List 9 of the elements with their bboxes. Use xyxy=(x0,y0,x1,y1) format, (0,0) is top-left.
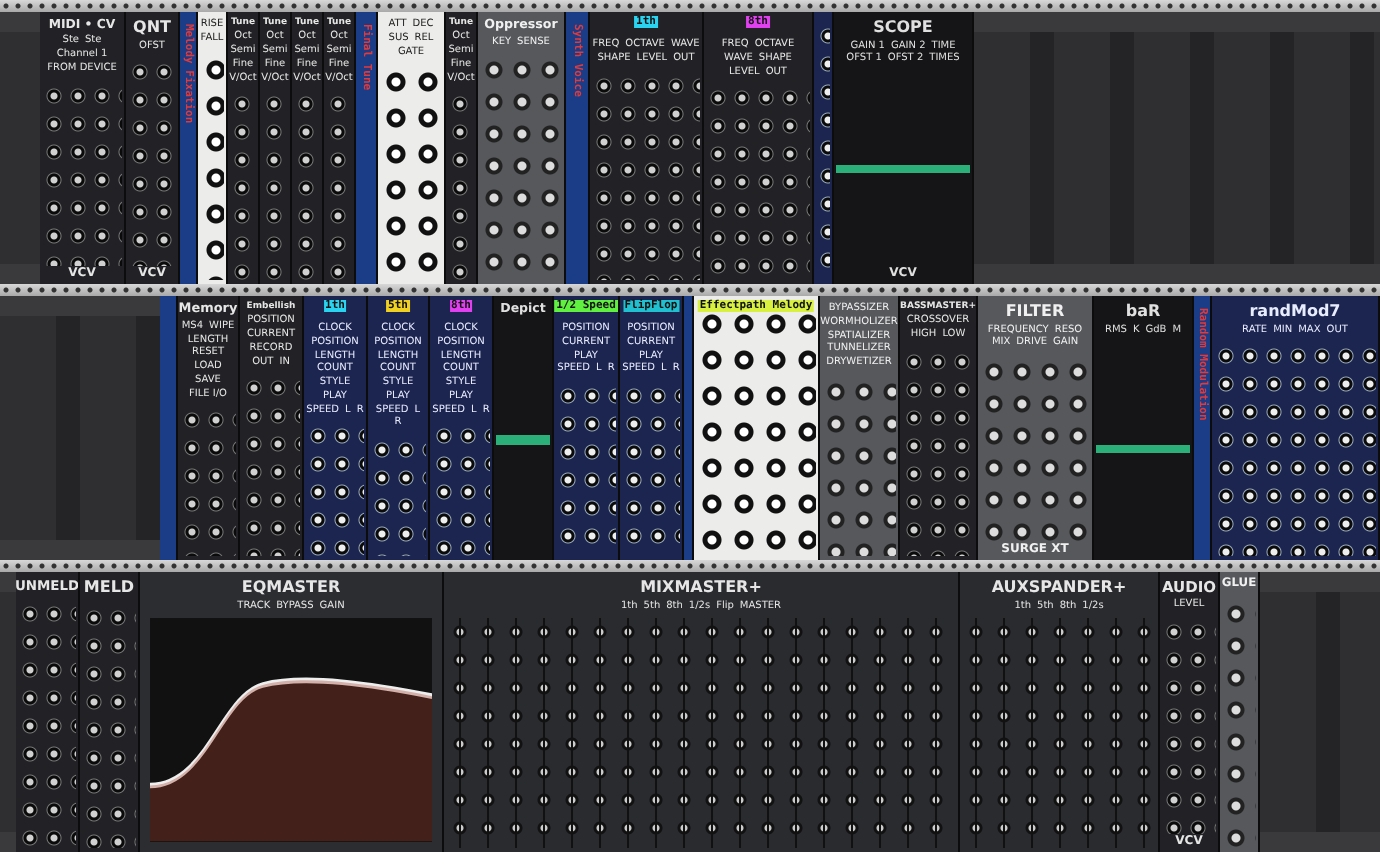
module-title: MELD xyxy=(83,578,135,598)
module-title: SCOPE xyxy=(873,18,933,38)
module-title: baR xyxy=(1125,302,1161,322)
module-title: QNT xyxy=(133,18,171,38)
module-title: MIXMASTER+ xyxy=(640,578,762,598)
module-title: randMod7 xyxy=(1249,302,1341,322)
module-title: AUXSPANDER+ xyxy=(991,578,1127,598)
module-title: FILTER xyxy=(1005,302,1065,322)
module-title: EQMASTER xyxy=(241,578,341,598)
